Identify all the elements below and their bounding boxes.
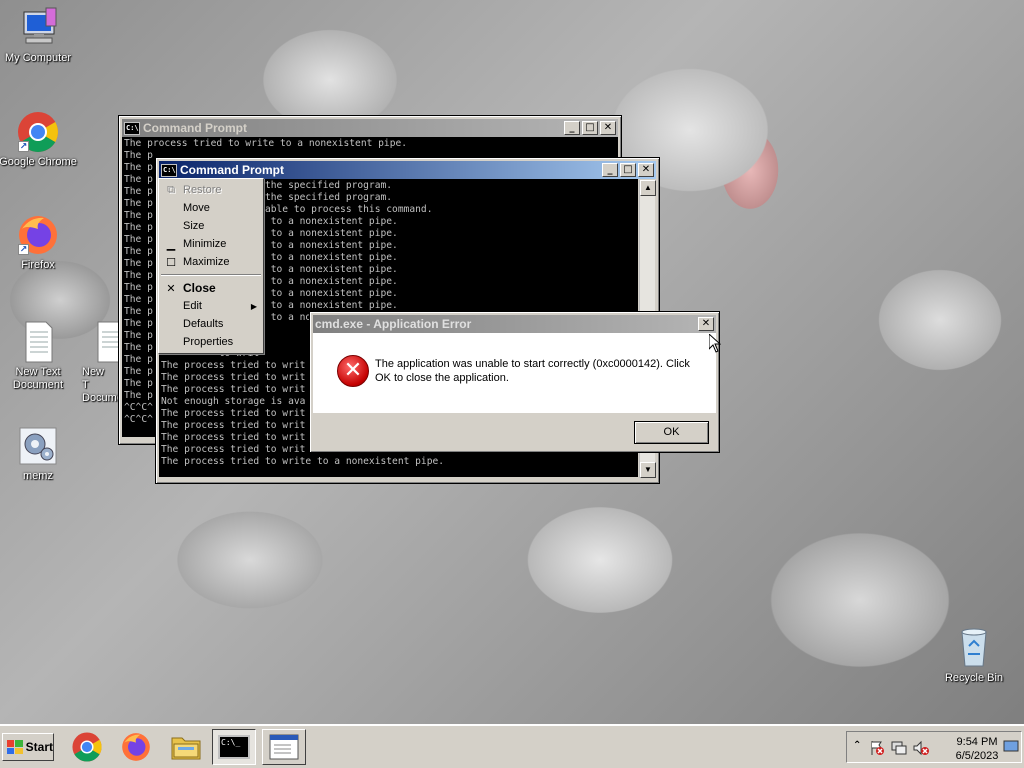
menu-separator [161, 274, 261, 276]
console-line: The process tried to write to a nonexist… [124, 138, 408, 149]
desktop-icon-label: New Text Document [12, 366, 64, 391]
close-button[interactable]: ✕ [638, 163, 654, 177]
close-button[interactable]: ✕ [600, 121, 616, 135]
menu-item-size[interactable]: Size [159, 217, 263, 235]
menu-item-label: Defaults [183, 318, 224, 330]
scroll-up-arrow-icon[interactable]: ▲ [640, 180, 656, 196]
submenu-arrow-icon: ▶ [250, 301, 257, 311]
menu-item-label: Maximize [183, 256, 230, 268]
menu-item-label: Edit [183, 300, 202, 312]
minimize-button[interactable]: _ [602, 163, 618, 177]
desktop-icon-new-text-document[interactable]: New Text Document [0, 320, 78, 392]
taskbar-firefox-button[interactable] [114, 729, 158, 765]
computer-icon [16, 6, 60, 50]
menu-item-move[interactable]: Move [159, 199, 263, 217]
window-title: Command Prompt [180, 163, 285, 177]
desktop-icon-memz[interactable]: memz [0, 424, 78, 483]
start-button[interactable]: Start [2, 733, 54, 761]
show-desktop-icon[interactable] [1003, 738, 1019, 754]
desktop-icon-label: memz [23, 470, 53, 482]
command-prompt-icon[interactable]: C:\ [161, 163, 177, 177]
system-tray: ⌃ 9:54 PM 6/5/2023 [846, 731, 1022, 763]
text-document-icon [16, 320, 60, 364]
menu-item-properties[interactable]: Properties [159, 333, 263, 351]
maximize-button[interactable]: □ [582, 121, 598, 135]
menu-item-label: Properties [183, 336, 234, 348]
application-error-dialog[interactable]: cmd.exe - Application Error ✕ ✕ The appl… [309, 311, 720, 453]
window-titlebar[interactable]: C:\ Command Prompt _ □ ✕ [122, 119, 618, 137]
desktop-icon-label: Recycle Bin [944, 672, 1004, 684]
minimize-icon: ▁ [166, 238, 176, 251]
menu-item-restore[interactable]: ⧉ Restore [159, 181, 263, 199]
desktop-icon-new-text-document-2[interactable]: New T Docume [70, 320, 120, 405]
dialog-titlebar[interactable]: cmd.exe - Application Error ✕ [313, 315, 716, 333]
menu-item-close[interactable]: ✕ Close [159, 279, 263, 297]
command-prompt-icon: C:\ [124, 121, 140, 135]
menu-item-label: Move [183, 202, 210, 214]
gear-icon [16, 424, 60, 468]
start-label: Start [25, 740, 53, 754]
window-title: Command Prompt [143, 121, 248, 135]
maximize-button[interactable]: □ [620, 163, 636, 177]
desktop-icon-label: Google Chrome [0, 156, 77, 168]
chevron-up-icon[interactable]: ⌃ [853, 740, 861, 751]
menu-item-label: Size [183, 220, 205, 232]
close-button[interactable]: ✕ [698, 317, 714, 331]
windows-logo-icon [7, 740, 23, 754]
desktop-icon-label: My Computer [4, 52, 72, 64]
recycle-bin-icon [952, 626, 996, 670]
window-icon [269, 734, 299, 760]
menu-item-edit[interactable]: Edit ▶ [159, 297, 263, 315]
taskbar-window-button[interactable] [262, 729, 306, 765]
taskbar: Start C:\_ ⌃ 9:54 PM 6/5/2023 [0, 724, 1024, 768]
taskbar-file-explorer-button[interactable] [164, 729, 208, 765]
desktop-icon-label: Firefox [21, 259, 55, 271]
close-icon: ✕ [166, 282, 176, 295]
clock[interactable]: 9:54 PM 6/5/2023 [947, 735, 1007, 763]
chrome-icon: ↗ [16, 110, 60, 154]
maximize-icon: ☐ [166, 256, 176, 269]
shortcut-arrow-icon: ↗ [18, 141, 29, 152]
command-prompt-icon: C:\_ [218, 735, 250, 759]
firefox-icon: ↗ [16, 213, 60, 257]
system-menu: ⧉ Restore Move Size ▁ Minimize ☐ Maximiz… [158, 178, 264, 354]
menu-item-label: Close [183, 281, 216, 295]
desktop-icon-my-computer[interactable]: My Computer [0, 6, 78, 65]
menu-item-label: Minimize [183, 238, 227, 250]
menu-item-label: Restore [183, 184, 222, 196]
mouse-cursor-icon [709, 334, 721, 353]
window-titlebar[interactable]: C:\ Command Prompt _ □ ✕ [159, 161, 656, 179]
shortcut-arrow-icon: ↗ [18, 244, 29, 255]
error-message: The application was unable to start corr… [375, 358, 690, 384]
dialog-title: cmd.exe - Application Error [315, 317, 472, 331]
chrome-icon [72, 732, 102, 762]
dialog-body: ✕ The application was unable to start co… [313, 333, 716, 413]
action-center-icon[interactable] [869, 740, 885, 756]
menu-item-minimize[interactable]: ▁ Minimize [159, 235, 263, 253]
firefox-icon [122, 733, 150, 761]
scroll-down-arrow-icon[interactable]: ▼ [640, 462, 656, 478]
menu-item-maximize[interactable]: ☐ Maximize [159, 253, 263, 271]
restore-icon: ⧉ [167, 183, 175, 196]
text-document-icon [88, 320, 120, 364]
taskbar-command-prompt-button[interactable]: C:\_ [212, 729, 256, 765]
clock-date: 6/5/2023 [955, 750, 999, 762]
volume-icon[interactable] [913, 740, 929, 756]
error-icon: ✕ [337, 355, 369, 387]
minimize-button[interactable]: _ [564, 121, 580, 135]
network-icon[interactable] [891, 740, 907, 756]
clock-time: 9:54 PM [956, 736, 998, 748]
file-explorer-icon [171, 737, 201, 760]
menu-item-defaults[interactable]: Defaults [159, 315, 263, 333]
taskbar-chrome-button[interactable] [65, 729, 109, 765]
desktop-icon-recycle-bin[interactable]: Recycle Bin [934, 626, 1014, 685]
desktop-icon-firefox[interactable]: ↗ Firefox [0, 213, 78, 272]
desktop-icon-google-chrome[interactable]: ↗ Google Chrome [0, 110, 78, 169]
ok-button[interactable]: OK [634, 421, 709, 444]
desktop-icon-label: New T Docume [82, 366, 120, 404]
console-line: The process tried to write to a nonexist… [161, 456, 445, 467]
